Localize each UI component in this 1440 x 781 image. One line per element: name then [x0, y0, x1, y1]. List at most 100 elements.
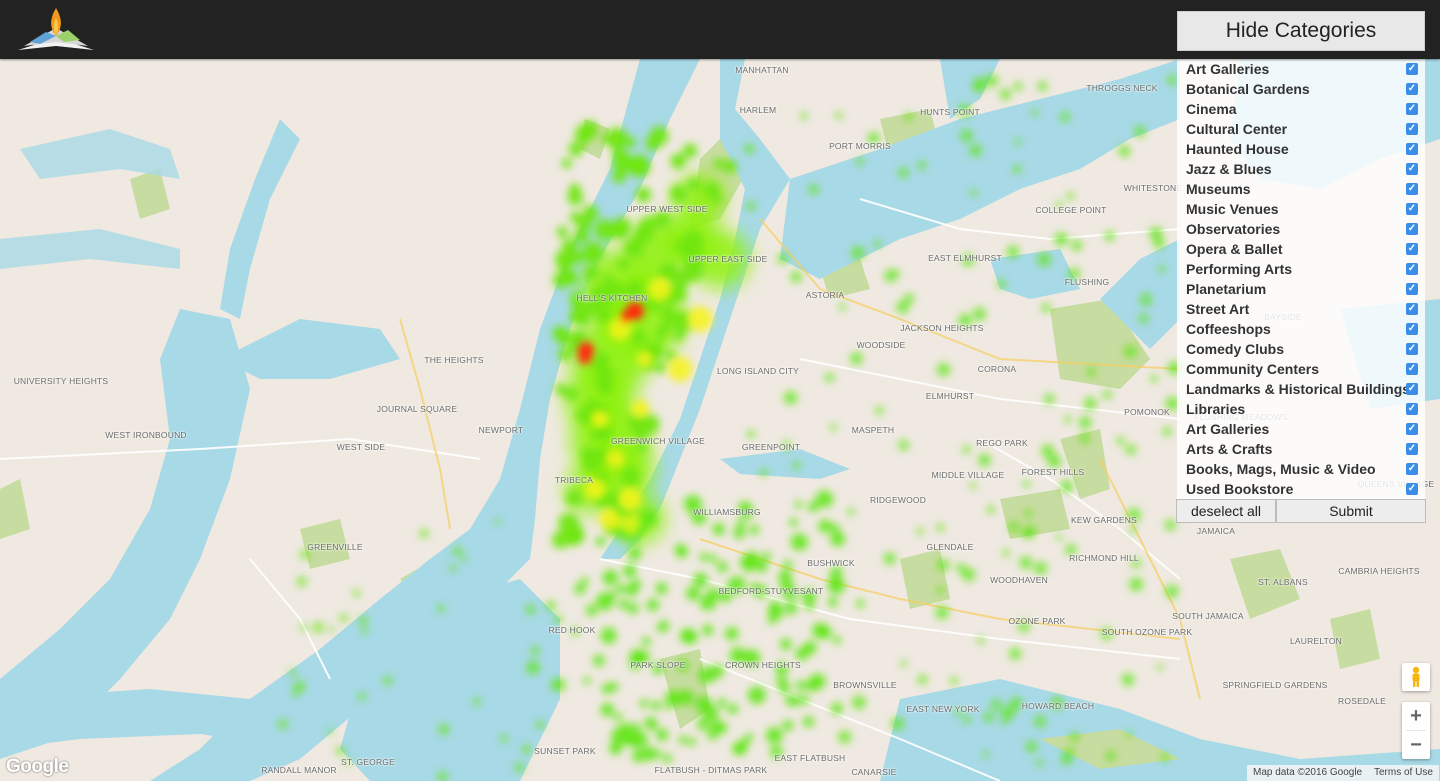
heat-point [573, 227, 590, 244]
category-label: Community Centers [1186, 361, 1320, 377]
category-checkbox[interactable]: ✓ [1406, 83, 1418, 95]
heat-point [779, 682, 791, 694]
category-checkbox[interactable]: ✓ [1406, 303, 1418, 315]
category-checkbox[interactable]: ✓ [1406, 203, 1418, 215]
category-label: Art Galleries [1186, 421, 1270, 437]
category-checkbox[interactable]: ✓ [1406, 403, 1418, 415]
heat-point [569, 309, 584, 325]
heat-point [601, 683, 613, 694]
category-label: Coffeeshops [1186, 321, 1271, 337]
category-item[interactable]: Performing Arts ✓ [1177, 259, 1425, 279]
heat-point [970, 189, 977, 197]
map-place-label: PARK SLOPE [630, 660, 686, 670]
heat-point [595, 592, 614, 611]
map-place-label: CROWN HEIGHTS [725, 660, 801, 670]
category-item[interactable]: Community Centers ✓ [1177, 359, 1425, 379]
google-logo[interactable]: Google [6, 756, 69, 778]
heat-point [761, 551, 772, 562]
category-checkbox[interactable]: ✓ [1406, 263, 1418, 275]
hide-categories-button[interactable]: Hide Categories [1177, 11, 1425, 51]
category-item[interactable]: Coffeeshops ✓ [1177, 319, 1425, 339]
category-checkbox[interactable]: ✓ [1406, 443, 1418, 455]
submit-button[interactable]: Submit [1276, 499, 1426, 523]
map-place-label: UPPER EAST SIDE [688, 254, 768, 264]
heat-point [328, 626, 335, 633]
category-checkbox[interactable]: ✓ [1406, 243, 1418, 255]
heat-point [669, 184, 688, 203]
map-place-label: MASPETH [851, 425, 895, 435]
zoom-out-button[interactable]: − [1402, 731, 1430, 759]
heat-point [1014, 139, 1022, 146]
street-view-pegman-icon[interactable] [1402, 663, 1430, 691]
map-attribution: Map data ©2016 Google [1247, 765, 1369, 781]
category-checkbox[interactable]: ✓ [1406, 163, 1418, 175]
category-item[interactable]: Planetarium ✓ [1177, 279, 1425, 299]
category-item[interactable]: Cinema ✓ [1177, 99, 1425, 119]
map-place-label: BUSHWICK [807, 558, 855, 568]
heat-point [452, 546, 463, 557]
heat-point [554, 250, 573, 268]
heat-point [812, 622, 828, 639]
category-item[interactable]: Opera & Ballet ✓ [1177, 239, 1425, 259]
deselect-all-button[interactable]: deselect all [1176, 499, 1276, 523]
category-item[interactable]: Museums ✓ [1177, 179, 1425, 199]
heat-point [702, 705, 719, 722]
category-item[interactable]: Comedy Clubs ✓ [1177, 339, 1425, 359]
heat-point [678, 735, 688, 745]
heat-point [1036, 759, 1044, 767]
heat-point [382, 675, 393, 686]
category-checkbox[interactable]: ✓ [1406, 63, 1418, 75]
category-item[interactable]: Botanical Gardens ✓ [1177, 79, 1425, 99]
category-checkbox[interactable]: ✓ [1406, 483, 1418, 495]
category-item[interactable]: Books, Mags, Music & Video ✓ [1177, 459, 1425, 479]
heat-point [755, 559, 768, 573]
heat-point [626, 602, 639, 615]
category-checkbox[interactable]: ✓ [1406, 343, 1418, 355]
category-checkbox[interactable]: ✓ [1406, 323, 1418, 335]
heat-point [702, 624, 714, 636]
heat-point [673, 329, 685, 341]
heat-point [687, 177, 701, 191]
category-checkbox[interactable]: ✓ [1406, 463, 1418, 475]
category-item[interactable]: Observatories ✓ [1177, 219, 1425, 239]
category-label: Arts & Crafts [1186, 441, 1273, 457]
category-checkbox[interactable]: ✓ [1406, 363, 1418, 375]
heat-point [838, 730, 852, 744]
category-checkbox[interactable]: ✓ [1406, 183, 1418, 195]
category-checkbox[interactable]: ✓ [1406, 103, 1418, 115]
terms-of-use-link[interactable]: Terms of Use [1368, 765, 1439, 781]
category-item[interactable]: Art Galleries ✓ [1177, 419, 1425, 439]
category-item[interactable]: Arts & Crafts ✓ [1177, 439, 1425, 459]
app-logo-icon[interactable] [16, 6, 96, 54]
category-item[interactable]: Music Venues ✓ [1177, 199, 1425, 219]
category-checkbox[interactable]: ✓ [1406, 223, 1418, 235]
heat-point [898, 167, 909, 178]
category-checkbox[interactable]: ✓ [1406, 383, 1418, 395]
heat-point [831, 702, 843, 715]
category-item[interactable]: Art Galleries ✓ [1177, 59, 1425, 79]
heat-point [760, 469, 768, 477]
heat-point [1079, 416, 1092, 429]
category-item[interactable]: Landmarks & Historical Buildings ✓ [1177, 379, 1425, 399]
category-item[interactable]: Libraries ✓ [1177, 399, 1425, 419]
heat-point [598, 379, 614, 395]
category-label: Cultural Center [1186, 121, 1288, 137]
heat-point [706, 587, 719, 601]
category-item[interactable]: Haunted House ✓ [1177, 139, 1425, 159]
heat-point [782, 720, 794, 731]
category-checkbox[interactable]: ✓ [1406, 143, 1418, 155]
heat-point [569, 211, 582, 224]
heat-point [641, 746, 657, 761]
heat-point [662, 753, 673, 764]
zoom-in-button[interactable]: + [1402, 702, 1430, 730]
category-checkbox[interactable]: ✓ [1406, 283, 1418, 295]
heat-point [990, 699, 1002, 711]
category-item[interactable]: Used Bookstore ✓ [1177, 479, 1425, 499]
category-checkbox[interactable]: ✓ [1406, 123, 1418, 135]
category-item[interactable]: Street Art ✓ [1177, 299, 1425, 319]
map-place-label: ROSEDALE [1338, 696, 1386, 706]
category-item[interactable]: Cultural Center ✓ [1177, 119, 1425, 139]
category-checkbox[interactable]: ✓ [1406, 423, 1418, 435]
category-item[interactable]: Jazz & Blues ✓ [1177, 159, 1425, 179]
category-label: Cinema [1186, 101, 1237, 117]
